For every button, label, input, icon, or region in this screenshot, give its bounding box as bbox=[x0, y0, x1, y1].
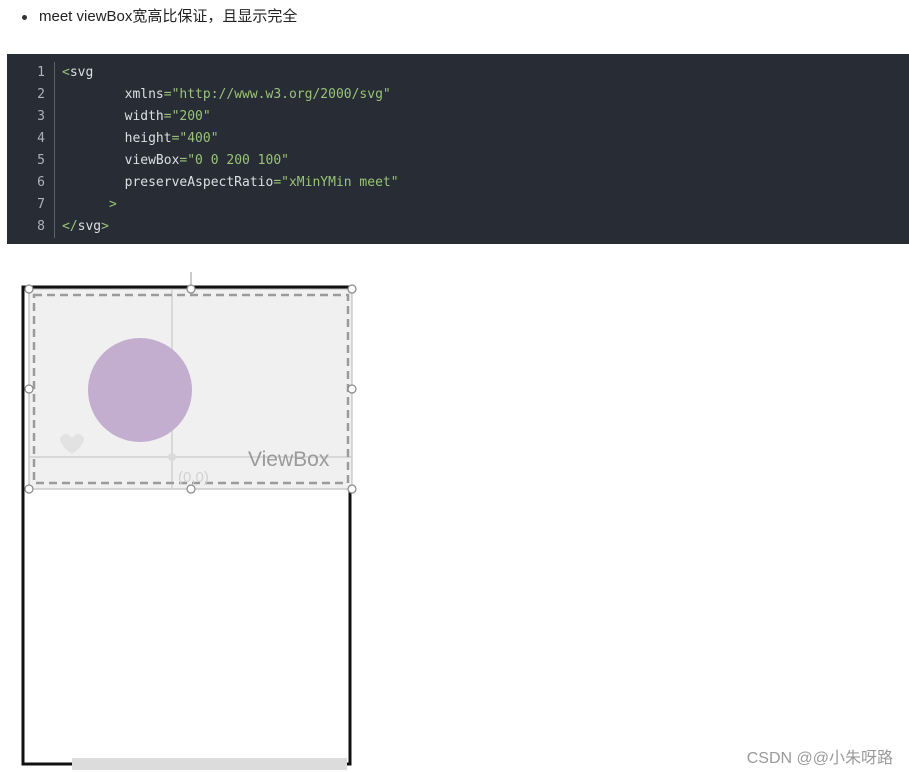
bullet-item: meet viewBox宽高比保证，且显示完全 bbox=[22, 7, 297, 27]
code-token: "xMinYMin meet" bbox=[281, 175, 399, 190]
code-token: = bbox=[273, 175, 282, 190]
code-token: "200" bbox=[171, 109, 211, 124]
code-token: height bbox=[62, 131, 172, 146]
code-line: height="400" bbox=[62, 128, 399, 150]
viewbox-label: ViewBox bbox=[248, 448, 330, 471]
code-token: "400" bbox=[179, 131, 219, 146]
code-token: svg bbox=[69, 65, 94, 80]
bullet-dot bbox=[22, 14, 27, 20]
line-number-gutter: 1 2 3 4 5 6 7 8 bbox=[7, 62, 55, 238]
code-token: xmlns bbox=[62, 87, 164, 102]
code-line: xmlns="http://www.w3.org/2000/svg" bbox=[62, 84, 399, 106]
purple-circle bbox=[88, 338, 192, 442]
code-lines: <svg xmlns="http://www.w3.org/2000/svg" … bbox=[62, 62, 399, 238]
origin-label: (0,0) bbox=[178, 469, 209, 486]
blurred-strip bbox=[72, 758, 347, 770]
code-token: svg bbox=[77, 219, 102, 234]
line-number: 7 bbox=[37, 197, 45, 212]
code-token: "0 0 200 100" bbox=[187, 153, 289, 168]
bullet-text: meet viewBox宽高比保证，且显示完全 bbox=[39, 8, 298, 25]
code-token: "http://www.w3.org/2000/svg" bbox=[171, 87, 391, 102]
code-token: > bbox=[62, 197, 117, 212]
line-number: 5 bbox=[37, 153, 45, 168]
code-token: </ bbox=[62, 219, 78, 234]
code-line: width="200" bbox=[62, 106, 399, 128]
code-block: 12345678 <svg xmlns="http://www.w3.org/2… bbox=[7, 54, 909, 244]
code-line: viewBox="0 0 200 100" bbox=[62, 150, 399, 172]
line-number: 1 bbox=[37, 65, 45, 80]
code-line: > bbox=[62, 194, 399, 216]
code-token: = bbox=[163, 109, 172, 124]
code-token: = bbox=[163, 87, 172, 102]
line-number: 2 bbox=[37, 87, 45, 102]
line-number: 6 bbox=[37, 175, 45, 190]
code-line: </svg> bbox=[62, 216, 399, 238]
code-token: preserveAspectRatio bbox=[62, 175, 274, 190]
line-number: 8 bbox=[37, 219, 45, 234]
viewbox-illustration: ViewBox (0,0) bbox=[21, 272, 357, 770]
code-line: preserveAspectRatio="xMinYMin meet" bbox=[62, 172, 399, 194]
code-token: < bbox=[62, 65, 70, 80]
line-number: 3 bbox=[37, 109, 45, 124]
watermark: CSDN @@小朱呀路 bbox=[746, 750, 893, 767]
code-token: width bbox=[62, 109, 164, 124]
code-line: <svg bbox=[62, 62, 399, 84]
code-token: viewBox bbox=[62, 153, 180, 168]
line-number: 4 bbox=[37, 131, 45, 146]
code-token: > bbox=[101, 219, 109, 234]
